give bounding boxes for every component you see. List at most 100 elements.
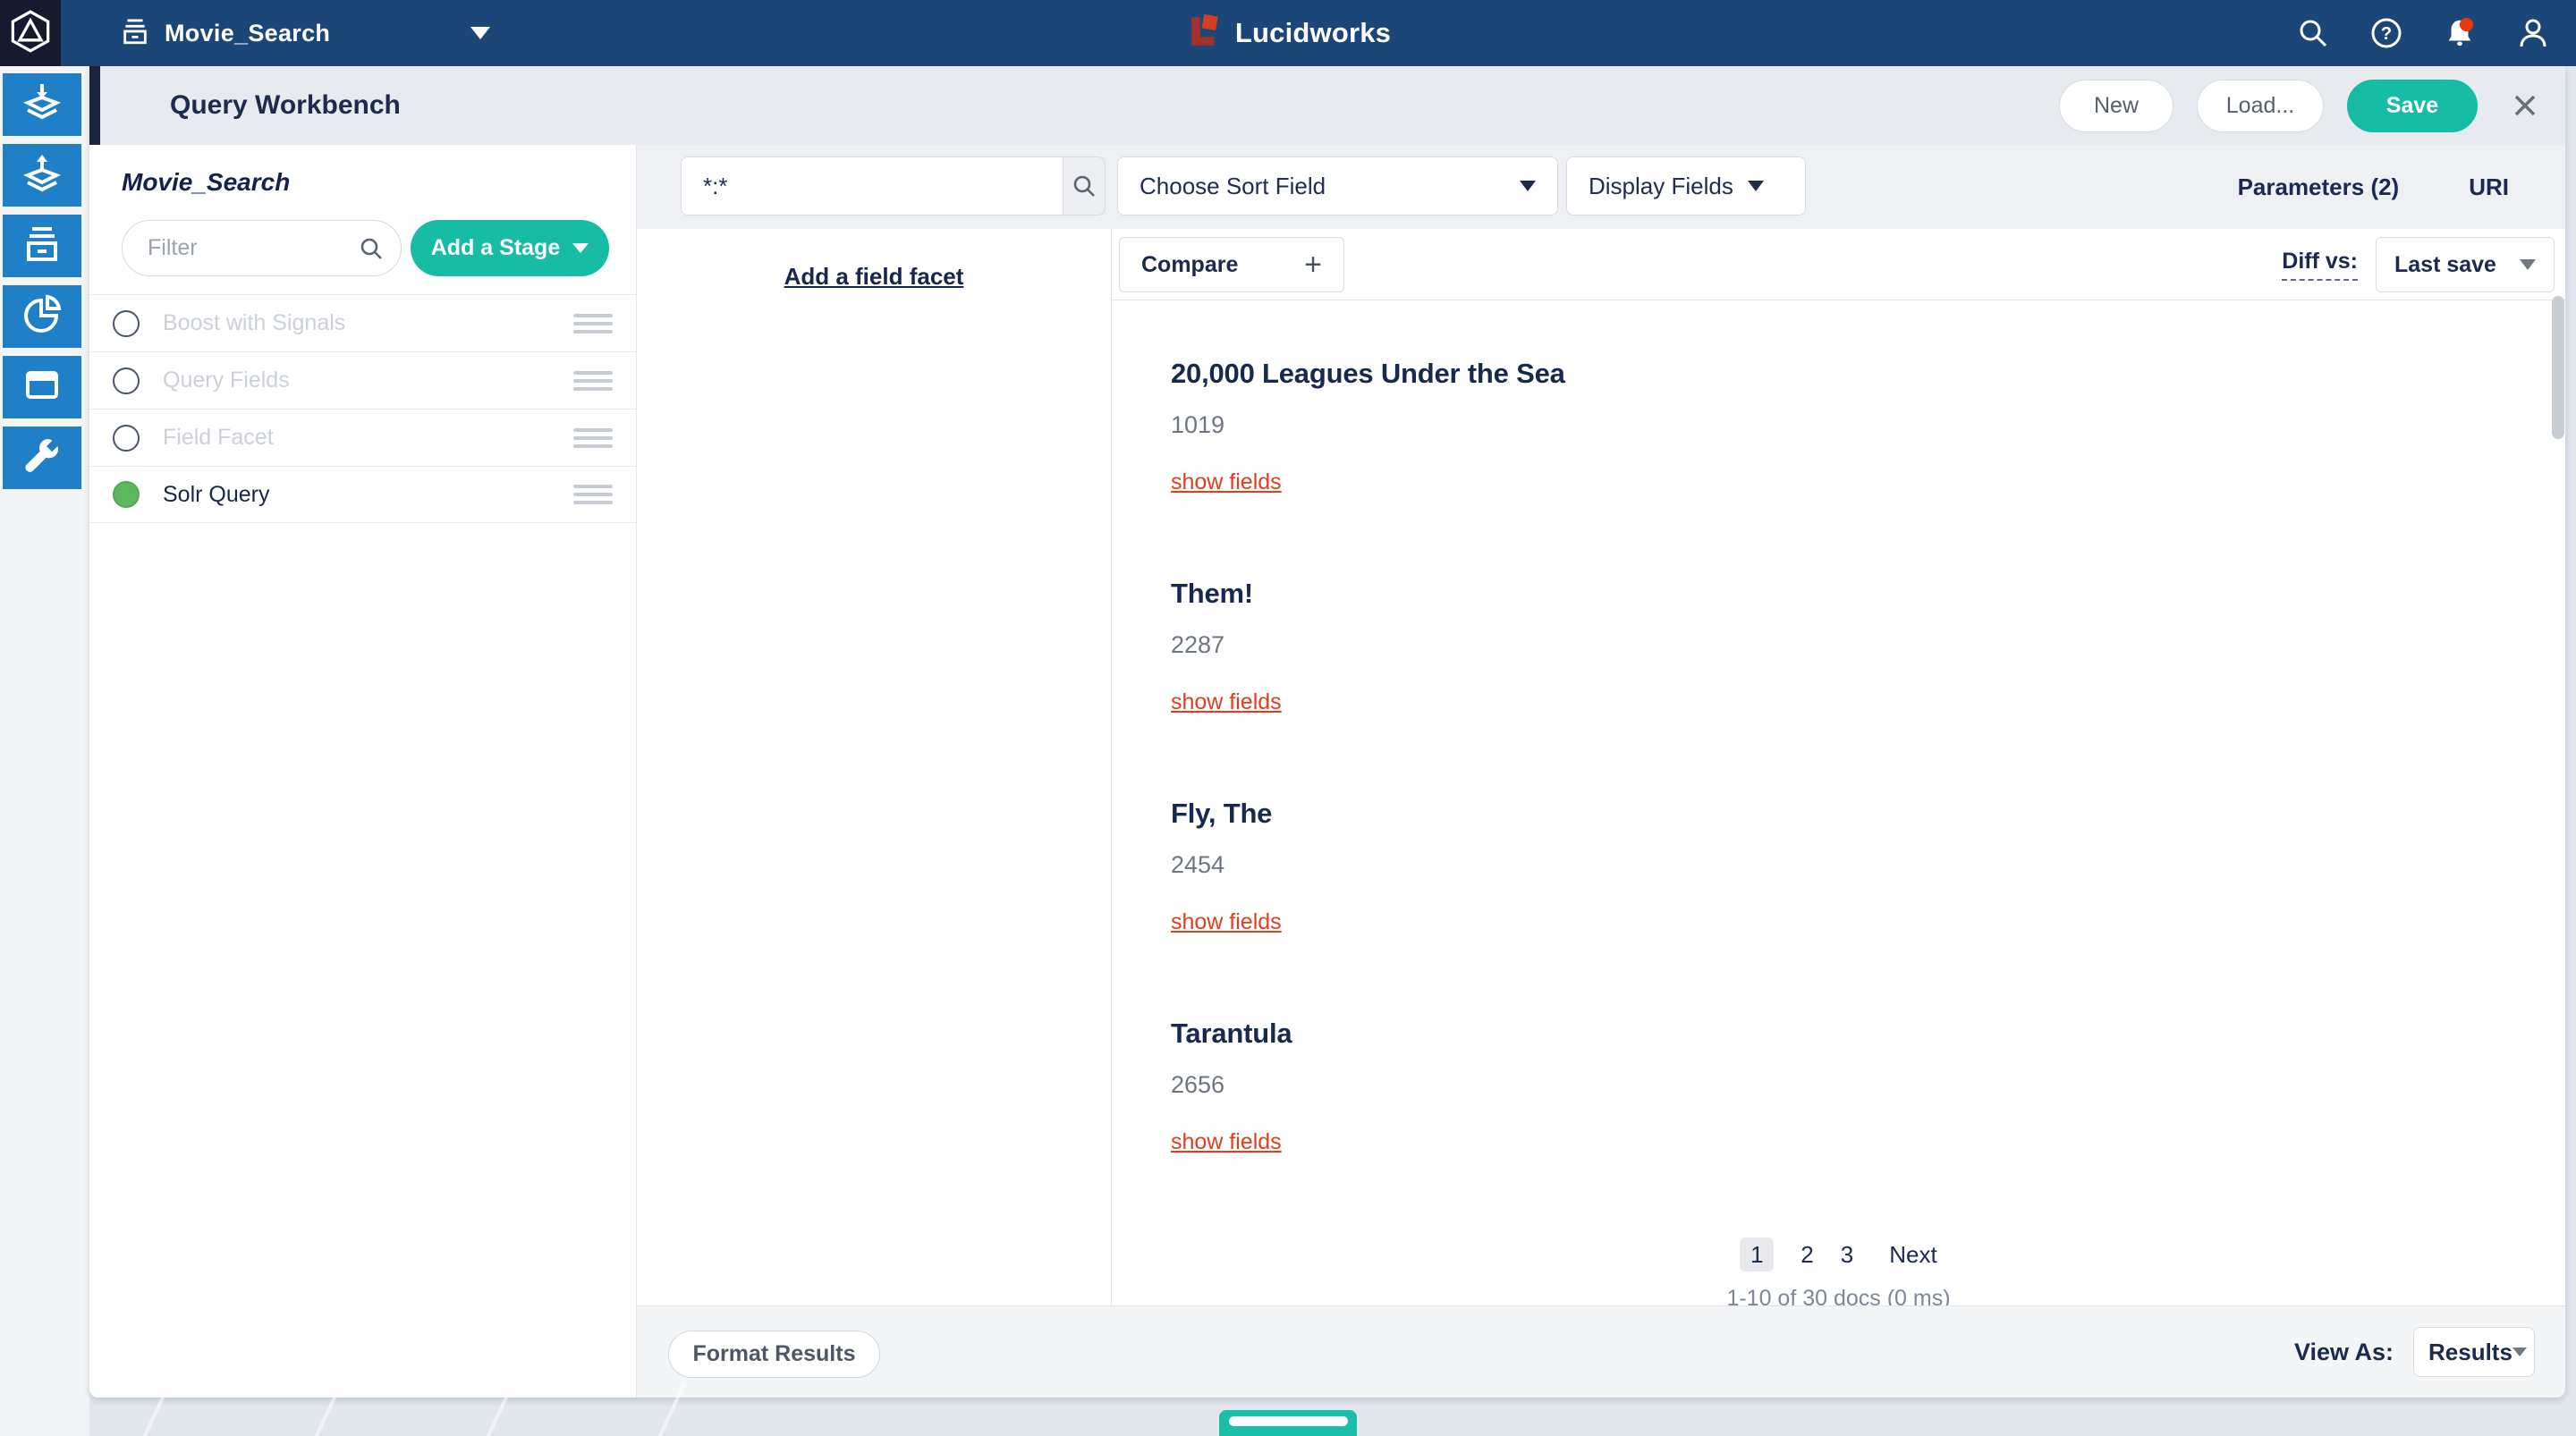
results-column: Compare + Diff vs: Last save [1112,229,2565,1305]
result-id: 1019 [1171,411,2565,439]
view-as-control: View As: Results [2294,1327,2535,1377]
result-title: 20,000 Leagues Under the Sea [1171,358,2565,390]
query-input[interactable] [681,156,1063,215]
result-title: Them! [1171,578,2565,610]
stage-toggle-dot[interactable] [113,310,140,337]
drag-handle-icon[interactable] [573,367,613,395]
show-fields-link[interactable]: show fields [1171,689,1282,715]
next-page-button[interactable]: Next [1889,1241,1936,1269]
rail-index-pipelines-button[interactable] [3,73,81,136]
view-as-select[interactable]: Results [2413,1327,2535,1377]
pipeline-collection-title: Movie_Search [122,168,636,197]
close-icon[interactable] [2510,90,2540,121]
result-item: Fly, The 2454 show fields [1171,798,2565,935]
add-stage-button[interactable]: Add a Stage [411,220,609,276]
drag-handle-icon[interactable] [573,480,613,509]
compare-plus-icon: + [1304,249,1322,280]
fusion-home-button[interactable] [0,0,61,66]
stage-row-solr-query[interactable]: Solr Query [89,466,636,523]
page-button-1[interactable]: 1 [1740,1237,1774,1271]
workbench-main: Choose Sort Field Display Fields Paramet… [637,145,2565,1398]
drag-handle-icon[interactable] [573,424,613,452]
filter-search-icon [359,236,384,266]
collections-icon [21,223,64,270]
display-fields-select[interactable]: Display Fields [1566,156,1806,215]
sort-caret-down-icon [1520,181,1536,191]
top-navbar: Movie_Search Lucidworks ? [0,0,2576,66]
brand-name: Lucidworks [1235,17,1391,49]
header-actions: New Load... Save [2059,66,2540,145]
results-list: 20,000 Leagues Under the Sea 1019 show f… [1112,300,2565,1155]
save-button[interactable]: Save [2347,80,2478,132]
result-title: Tarantula [1171,1018,2565,1050]
load-button[interactable]: Load... [2197,80,2324,132]
show-fields-link[interactable]: show fields [1171,1129,1282,1155]
search-icon[interactable] [2297,17,2329,49]
lucidworks-logo-icon [1185,13,1223,55]
app-root: { "topbar": { "collection_selector": { "… [0,0,2576,1436]
collection-icon [120,16,150,51]
query-pipelines-icon [21,152,64,199]
rail-app-insights-button[interactable] [3,356,81,418]
stage-toggle-dot[interactable] [113,367,140,394]
result-id: 2454 [1171,851,2565,879]
result-item: Tarantula 2656 show fields [1171,1018,2565,1155]
index-pipelines-icon [21,81,64,129]
compare-button[interactable]: Compare + [1119,237,1344,292]
workbench-body: Movie_Search Add a Stage Boost with Sign… [89,145,2565,1398]
fusion-hexagon-logo-icon [11,10,50,57]
bottom-peek-element[interactable] [1219,1410,1357,1436]
result-id: 2287 [1171,631,2565,659]
run-query-button[interactable] [1063,156,1106,215]
help-icon[interactable]: ? [2370,17,2402,49]
diff-caret-down-icon [2520,259,2536,270]
query-workbench-window: Query Workbench New Load... Save Movie_S… [89,66,2565,1398]
diff-vs-select[interactable]: Last save [2376,237,2555,292]
pipeline-controls: Add a Stage [122,220,609,276]
page-button-2[interactable]: 2 [1801,1241,1813,1269]
rail-analytics-button[interactable] [3,285,81,348]
diff-vs-label: Diff vs: [2282,249,2358,281]
rail-collections-button[interactable] [3,215,81,277]
result-item: 20,000 Leagues Under the Sea 1019 show f… [1171,358,2565,495]
uri-link[interactable]: URI [2469,173,2509,201]
view-as-label: View As: [2294,1339,2394,1366]
collection-selector[interactable]: Movie_Search [120,0,513,66]
collection-selector-label: Movie_Search [165,20,330,47]
new-button[interactable]: New [2059,80,2174,132]
drag-handle-icon[interactable] [573,309,613,338]
svg-text:?: ? [2381,24,2392,44]
show-fields-link[interactable]: show fields [1171,909,1282,935]
rail-query-pipelines-button[interactable] [3,144,81,207]
stage-row-query-fields[interactable]: Query Fields [89,351,636,409]
pagination: 1 2 3 Next [1112,1237,2565,1271]
rail-system-button[interactable] [3,427,81,489]
add-stage-caret-down-icon [572,243,589,253]
user-account-icon[interactable] [2517,17,2549,49]
workbench-header: Query Workbench New Load... Save [89,66,2565,145]
parameters-link[interactable]: Parameters (2) [2238,173,2400,201]
add-field-facet-link[interactable]: Add a field facet [784,263,964,290]
system-wrench-icon [21,435,64,482]
stage-list: Boost with Signals Query Fields Field Fa… [89,294,636,523]
format-results-button[interactable]: Format Results [668,1330,880,1378]
query-search-icon [1072,173,1097,199]
lucidworks-brand: Lucidworks [1185,0,1391,66]
pipeline-stages-panel: Movie_Search Add a Stage Boost with Sign… [89,145,637,1398]
topbar-actions: ? [2297,0,2549,66]
stage-row-field-facet[interactable]: Field Facet [89,409,636,466]
analytics-pie-icon [21,293,64,341]
result-title: Fly, The [1171,798,2565,830]
display-fields-caret-down-icon [1748,181,1764,191]
view-as-caret-down-icon [2512,1347,2527,1356]
stage-row-boost-with-signals[interactable]: Boost with Signals [89,294,636,351]
results-summary: 1-10 of 30 docs (0 ms) [1112,1286,2565,1305]
sort-field-select[interactable]: Choose Sort Field [1117,156,1558,215]
show-fields-link[interactable]: show fields [1171,469,1282,495]
vertical-scrollbar-thumb[interactable] [2552,296,2564,439]
stage-toggle-dot-active[interactable] [113,481,140,508]
page-button-3[interactable]: 3 [1841,1241,1853,1269]
notifications-bell-icon[interactable] [2444,17,2476,49]
stage-toggle-dot[interactable] [113,425,140,452]
query-toolbar-links: Parameters (2) URI [2238,145,2509,229]
